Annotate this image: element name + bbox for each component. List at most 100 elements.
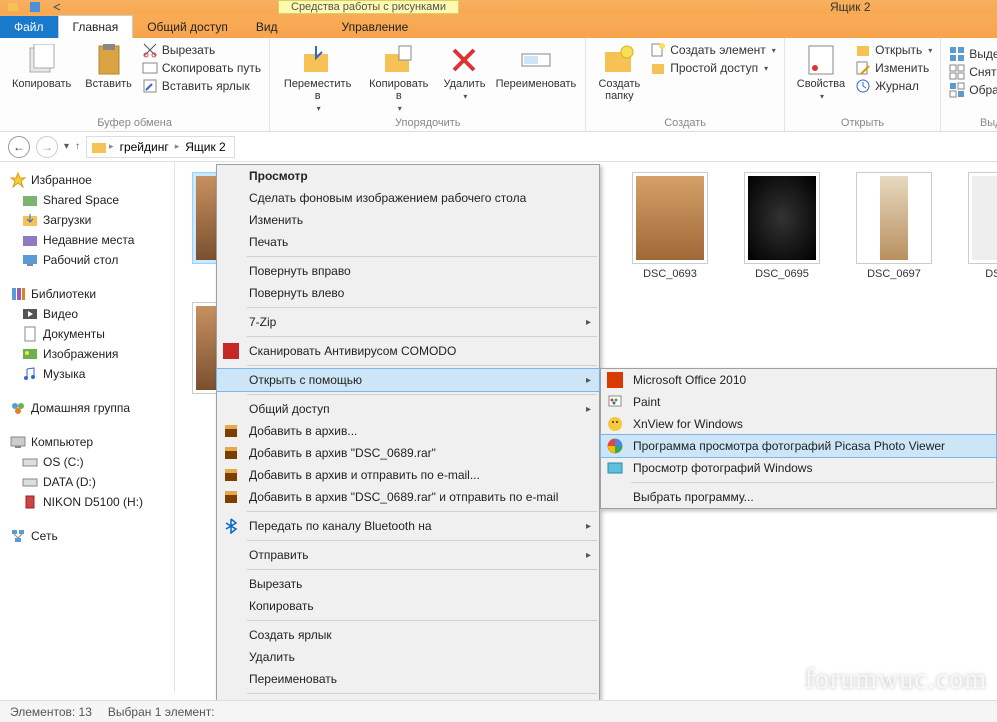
cm-add-rar[interactable]: Добавить в архив "DSC_0689.rar" <box>217 442 599 464</box>
cm-open-with[interactable]: Открыть с помощью▸ <box>217 369 599 391</box>
sidebar-libraries[interactable]: Библиотеки <box>4 284 170 304</box>
sidebar: Избранное Shared Space Загрузки Недавние… <box>0 162 175 692</box>
open-with-submenu: Microsoft Office 2010 Paint XnView for W… <box>600 368 997 509</box>
status-bar: Элементов: 13 Выбран 1 элемент: <box>0 700 997 722</box>
group-open: Свойства Открыть Изменить Журнал Открыть <box>785 38 941 131</box>
forward-button[interactable]: → <box>36 136 58 158</box>
cm-send-to[interactable]: Отправить▸ <box>217 544 599 566</box>
edit-button[interactable]: Изменить <box>855 60 932 76</box>
sm-xnview[interactable]: XnView for Windows <box>601 413 996 435</box>
winrar-icon <box>223 445 239 461</box>
cm-print[interactable]: Печать <box>217 231 599 253</box>
sidebar-desktop[interactable]: Рабочий стол <box>4 250 170 270</box>
tab-home[interactable]: Главная <box>58 15 134 38</box>
cm-cut[interactable]: Вырезать <box>217 573 599 595</box>
chevron-right-icon: ▸ <box>586 375 591 386</box>
sidebar-drive-d[interactable]: DATA (D:) <box>4 472 170 492</box>
copy-to-button[interactable]: Копировать в <box>363 42 434 115</box>
winrar-icon <box>223 489 239 505</box>
ribbon-tabs: Файл Главная Общий доступ Вид Управление <box>0 14 997 38</box>
delete-button[interactable]: Удалить <box>440 42 488 115</box>
contextual-tab-label: Средства работы с рисунками <box>278 0 459 14</box>
invert-selection-button[interactable]: Обратить выдел <box>949 82 997 98</box>
easy-access-button[interactable]: Простой доступ <box>650 60 776 76</box>
sidebar-recent[interactable]: Недавние места <box>4 230 170 250</box>
sm-paint[interactable]: Paint <box>601 391 996 413</box>
open-button[interactable]: Открыть <box>855 42 932 58</box>
paste-shortcut-button[interactable]: Вставить ярлык <box>142 78 261 94</box>
cm-share[interactable]: Общий доступ▸ <box>217 398 599 420</box>
file-thumb[interactable]: DSC_0697 <box>849 172 939 280</box>
sidebar-pictures[interactable]: Изображения <box>4 344 170 364</box>
breadcrumb[interactable]: ▸ грейдинг ▸ Ящик 2 <box>86 136 235 158</box>
sm-office[interactable]: Microsoft Office 2010 <box>601 369 996 391</box>
sidebar-music[interactable]: Музыка <box>4 364 170 384</box>
sm-picasa[interactable]: Программа просмотра фотографий Picasa Ph… <box>601 435 996 457</box>
rename-button[interactable]: Переименовать <box>494 42 577 115</box>
cm-delete[interactable]: Удалить <box>217 646 599 668</box>
file-thumb[interactable]: DSC_0695 <box>737 172 827 280</box>
undo-icon[interactable] <box>52 2 62 12</box>
cm-preview[interactable]: Просмотр <box>217 165 599 187</box>
cm-add-archive[interactable]: Добавить в архив... <box>217 420 599 442</box>
group-select: Выделить все Снять выделени Обратить выд… <box>941 38 997 131</box>
winrar-icon <box>223 423 239 439</box>
history-dropdown[interactable]: ▾ <box>64 141 69 152</box>
cm-rotate-right[interactable]: Повернуть вправо <box>217 260 599 282</box>
tab-view[interactable]: Вид <box>242 16 292 38</box>
cm-rename[interactable]: Переименовать <box>217 668 599 690</box>
breadcrumb-seg2[interactable]: Ящик 2 <box>181 140 230 154</box>
sidebar-downloads[interactable]: Загрузки <box>4 210 170 230</box>
cm-add-email[interactable]: Добавить в архив и отправить по e-mail..… <box>217 464 599 486</box>
comodo-icon <box>223 343 239 359</box>
move-to-button[interactable]: Переместить в <box>278 42 357 115</box>
cm-set-wallpaper[interactable]: Сделать фоновым изображением рабочего ст… <box>217 187 599 209</box>
chevron-right-icon: ▸ <box>586 317 591 328</box>
sm-choose[interactable]: Выбрать программу... <box>601 486 996 508</box>
status-selected: Выбран 1 элемент: <box>108 705 215 719</box>
sidebar-documents[interactable]: Документы <box>4 324 170 344</box>
tab-file[interactable]: Файл <box>0 16 58 38</box>
sidebar-drive-h[interactable]: NIKON D5100 (H:) <box>4 492 170 512</box>
cm-copy[interactable]: Копировать <box>217 595 599 617</box>
photo-viewer-icon <box>607 460 623 476</box>
tab-manage[interactable]: Управление <box>328 16 423 38</box>
sm-win-viewer[interactable]: Просмотр фотографий Windows <box>601 457 996 479</box>
tab-share[interactable]: Общий доступ <box>133 16 242 38</box>
folder-icon <box>8 2 18 12</box>
cm-add-rar-email[interactable]: Добавить в архив "DSC_0689.rar" и отправ… <box>217 486 599 508</box>
paint-icon <box>607 394 623 410</box>
sidebar-favorites[interactable]: Избранное <box>4 170 170 190</box>
new-folder-button[interactable]: Создать папку <box>594 42 644 104</box>
file-thumb[interactable]: DSC_06 <box>961 172 997 280</box>
history-button[interactable]: Журнал <box>855 78 932 94</box>
back-button[interactable]: ← <box>8 136 30 158</box>
office-icon <box>607 372 623 388</box>
cm-edit[interactable]: Изменить <box>217 209 599 231</box>
cm-shortcut[interactable]: Создать ярлык <box>217 624 599 646</box>
cm-bluetooth[interactable]: Передать по каналу Bluetooth на▸ <box>217 515 599 537</box>
copy-button[interactable]: Копировать <box>8 42 75 94</box>
picasa-icon <box>607 438 623 454</box>
sidebar-videos[interactable]: Видео <box>4 304 170 324</box>
paste-button[interactable]: Вставить <box>81 42 136 94</box>
cut-button[interactable]: Вырезать <box>142 42 261 58</box>
breadcrumb-seg1[interactable]: грейдинг <box>116 140 173 154</box>
new-item-button[interactable]: Создать элемент <box>650 42 776 58</box>
cm-rotate-left[interactable]: Повернуть влево <box>217 282 599 304</box>
select-none-button[interactable]: Снять выделени <box>949 64 997 80</box>
save-icon[interactable] <box>30 2 40 12</box>
file-thumb[interactable]: DSC_0693 <box>625 172 715 280</box>
properties-button[interactable]: Свойства <box>793 42 849 103</box>
cm-7zip[interactable]: 7-Zip▸ <box>217 311 599 333</box>
copy-path-button[interactable]: Скопировать путь <box>142 60 261 76</box>
sidebar-homegroup[interactable]: Домашняя группа <box>4 398 170 418</box>
sidebar-network[interactable]: Сеть <box>4 526 170 546</box>
select-all-button[interactable]: Выделить все <box>949 46 997 62</box>
up-button[interactable]: ↑ <box>75 141 80 152</box>
cm-scan-comodo[interactable]: Сканировать Антивирусом COMODO <box>217 340 599 362</box>
sidebar-shared-space[interactable]: Shared Space <box>4 190 170 210</box>
chevron-right-icon: ▸ <box>586 404 591 415</box>
sidebar-computer[interactable]: Компьютер <box>4 432 170 452</box>
sidebar-drive-c[interactable]: OS (C:) <box>4 452 170 472</box>
